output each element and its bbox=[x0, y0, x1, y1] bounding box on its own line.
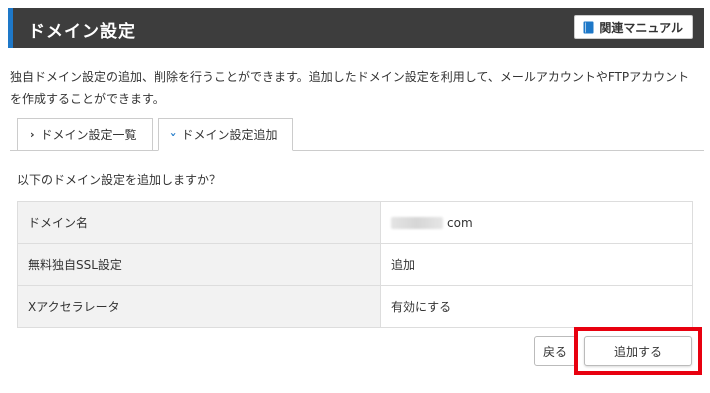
confirm-table: ドメイン名 com 無料独自SSL設定 追加 Xアクセラレータ 有効にする bbox=[17, 201, 693, 328]
highlight-box bbox=[574, 327, 702, 375]
page-description: 独自ドメイン設定の追加、削除を行うことができます。追加したドメイン設定を利用して… bbox=[10, 70, 690, 106]
book-icon bbox=[583, 21, 594, 33]
table-row: 無料独自SSL設定 追加 bbox=[17, 243, 693, 286]
row-value: 追加 bbox=[380, 243, 693, 286]
tab-domain-add[interactable]: › ドメイン設定追加 bbox=[158, 118, 293, 151]
table-row: ドメイン名 com bbox=[17, 201, 693, 244]
domain-suffix: com bbox=[447, 215, 473, 230]
related-manual-label: 関連マニュアル bbox=[599, 20, 683, 35]
redacted-domain bbox=[391, 217, 443, 229]
table-row: Xアクセラレータ 有効にする bbox=[17, 285, 693, 328]
page-header: ドメイン設定 関連マニュアル bbox=[8, 8, 704, 48]
confirm-question: 以下のドメイン設定を追加しますか？ bbox=[17, 173, 222, 187]
back-button[interactable]: 戻る bbox=[534, 336, 576, 366]
tab-label: ドメイン設定一覧 bbox=[40, 128, 137, 142]
chevron-right-icon: › bbox=[30, 128, 35, 141]
tabs-divider bbox=[10, 150, 704, 151]
row-label: ドメイン名 bbox=[17, 201, 381, 244]
related-manual-button[interactable]: 関連マニュアル bbox=[574, 15, 693, 39]
chevron-down-icon: › bbox=[166, 132, 180, 137]
tab-label: ドメイン設定追加 bbox=[181, 128, 278, 142]
row-value: com bbox=[380, 201, 693, 244]
tab-domain-list[interactable]: › ドメイン設定一覧 bbox=[17, 118, 153, 151]
page-title: ドメイン設定 bbox=[28, 22, 136, 42]
row-label: Xアクセラレータ bbox=[17, 285, 381, 328]
row-label: 無料独自SSL設定 bbox=[17, 243, 381, 286]
row-value: 有効にする bbox=[380, 285, 693, 328]
